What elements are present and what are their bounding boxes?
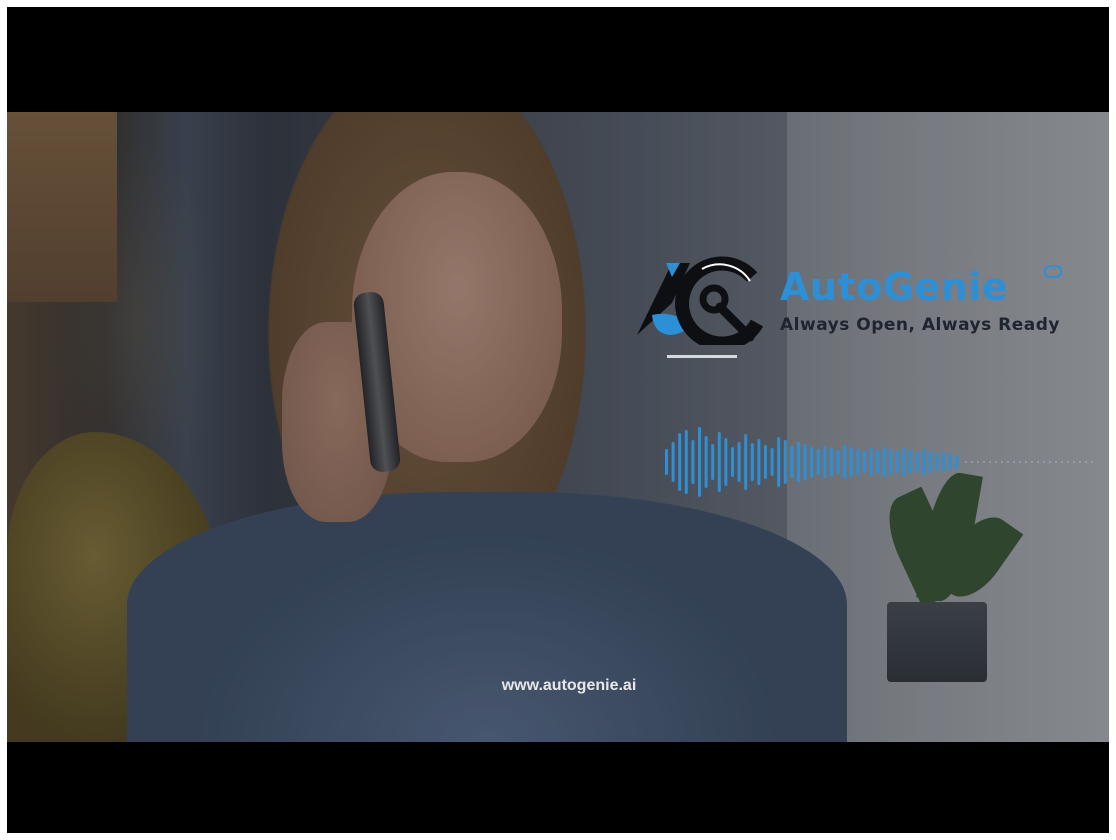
waveform-dot — [1085, 461, 1087, 463]
waveform-bar — [731, 447, 734, 477]
brand-name: AutoGenie — [780, 265, 1009, 309]
waveform-bar — [711, 444, 715, 480]
waveform-bar — [856, 449, 860, 475]
waveform-bar — [724, 438, 728, 486]
waveform-bar — [764, 445, 767, 479]
waveform-dot — [1037, 461, 1039, 463]
waveform-bar — [777, 437, 781, 487]
waveform-dot — [1067, 461, 1069, 463]
waveform-bar — [836, 450, 840, 474]
brand-tagline: Always Open, Always Ready — [780, 315, 1060, 335]
waveform-dot — [965, 461, 967, 463]
waveform-bar — [935, 453, 939, 471]
waveform-bar — [678, 433, 682, 491]
waveform-bar — [757, 439, 761, 485]
video-player-frame[interactable]: AutoGenie ™ Always Open, Always Ready ww… — [7, 7, 1109, 833]
waveform-bar — [882, 447, 886, 477]
waveform-bar — [915, 452, 919, 472]
waveform-bar — [843, 445, 847, 479]
waveform-dot — [1079, 461, 1081, 463]
waveform-bar — [876, 450, 880, 474]
waveform-bar — [823, 446, 827, 478]
waveform-bar — [783, 440, 787, 484]
waveform-bar — [671, 442, 675, 482]
waveform-bar — [770, 448, 774, 476]
autogenie-logo: AutoGenie ™ Always Open, Always Ready — [632, 255, 1092, 358]
logo-divider — [667, 355, 737, 358]
waveform-dot — [1091, 461, 1093, 463]
waveform-dot — [983, 461, 985, 463]
ag-wrench-logo-icon — [637, 256, 764, 345]
waveform-bar — [830, 448, 833, 476]
waveform-bar — [902, 448, 906, 476]
waveform-bar — [889, 449, 893, 475]
waveform-bar — [797, 442, 800, 482]
waveform-dot — [989, 461, 991, 463]
waveform-bar — [929, 451, 932, 473]
waveform-bar — [863, 451, 866, 473]
waveform-bar — [909, 450, 913, 474]
waveform-bar — [803, 444, 807, 480]
waveform-bar — [922, 449, 926, 475]
waveform-bar — [948, 454, 952, 470]
waveform-bar — [790, 446, 794, 478]
waveform-bar — [942, 452, 946, 472]
waveform-dot — [971, 461, 973, 463]
waveform-bar — [665, 449, 668, 475]
waveform-dot — [1055, 461, 1057, 463]
waveform-bar — [896, 451, 899, 473]
waveform-bar — [744, 434, 748, 490]
waveform-bar — [816, 449, 820, 475]
waveform-dot — [1025, 461, 1027, 463]
waveform-dot — [1001, 461, 1003, 463]
waveform-dot — [1019, 461, 1021, 463]
video-frame[interactable]: AutoGenie ™ Always Open, Always Ready ww… — [7, 112, 1109, 742]
waveform-dot — [1049, 461, 1051, 463]
waveform-dot — [1043, 461, 1045, 463]
waveform-dot — [977, 461, 979, 463]
website-url: www.autogenie.ai — [501, 677, 637, 694]
waveform-bar — [849, 447, 853, 477]
waveform-bar — [869, 448, 873, 476]
waveform-bar — [698, 427, 701, 497]
waveform-dot — [1031, 461, 1033, 463]
waveform-dot — [1073, 461, 1075, 463]
waveform-dot — [1061, 461, 1063, 463]
waveform-bar — [684, 430, 688, 494]
waveform-dot — [1013, 461, 1015, 463]
waveform-bar — [704, 436, 708, 488]
waveform-bar — [750, 443, 754, 481]
trademark-badge-icon: ™ — [1044, 265, 1062, 278]
audio-waveform-icon — [665, 427, 1093, 497]
waveform-bar — [810, 447, 814, 477]
waveform-dot — [1007, 461, 1009, 463]
waveform-bar — [955, 455, 959, 469]
waveform-bar — [717, 432, 721, 492]
waveform-dot — [995, 461, 997, 463]
waveform-bar — [691, 440, 695, 484]
waveform-bar — [737, 442, 741, 482]
